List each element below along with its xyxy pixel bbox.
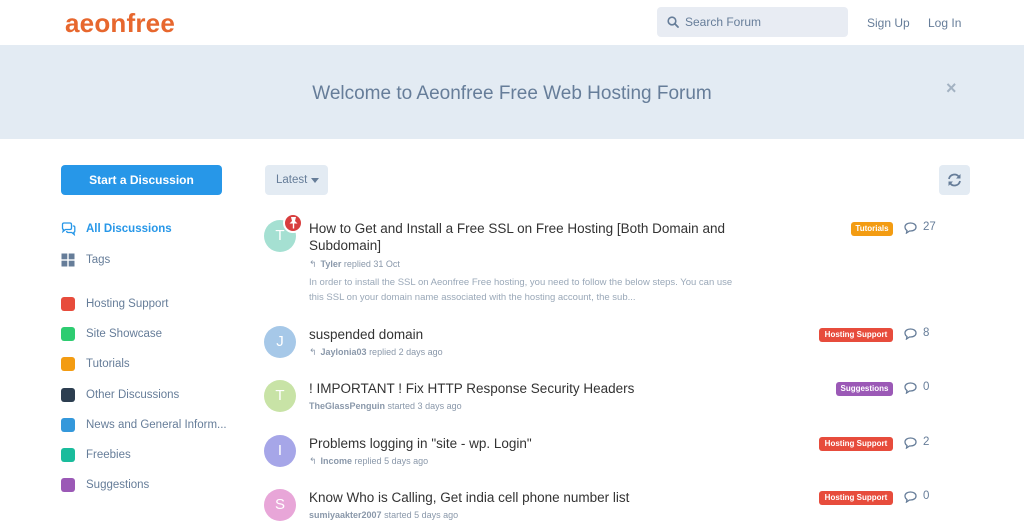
discussion-tag[interactable]: Tutorials xyxy=(851,222,893,236)
sidebar-item-label: Other Discussions xyxy=(86,389,180,401)
reply-icon: ↰ xyxy=(309,347,317,357)
discussion-action: replied 2 days ago xyxy=(369,347,443,357)
discussion-title[interactable]: Know Who is Calling, Get india cell phon… xyxy=(309,489,749,506)
discussion-title[interactable]: suspended domain xyxy=(309,326,749,343)
avatar[interactable]: J xyxy=(264,326,296,358)
sidebar-item-site-showcase[interactable]: Site Showcase xyxy=(61,325,231,345)
search-input[interactable] xyxy=(685,7,845,37)
tag-swatch xyxy=(61,327,75,341)
discussion-tag[interactable]: Hosting Support xyxy=(819,491,893,505)
tag-swatch xyxy=(61,478,75,492)
tag-swatch xyxy=(61,388,75,402)
sort-label: Latest xyxy=(276,174,308,186)
discussion-meta: TheGlassPenguin started 3 days ago xyxy=(309,401,462,411)
discussion-tag[interactable]: Hosting Support xyxy=(819,328,893,342)
discussion-row[interactable]: I Problems logging in "site - wp. Login"… xyxy=(264,435,984,471)
sidebar-item-freebies[interactable]: Freebies xyxy=(61,446,231,466)
refresh-icon xyxy=(948,173,961,187)
discussion-meta: ↰ Jaylonia03 replied 2 days ago xyxy=(309,347,443,358)
grid-icon xyxy=(61,253,75,267)
chat-bubbles-icon xyxy=(61,222,76,236)
discussion-action: started 5 days ago xyxy=(384,510,459,520)
discussion-row[interactable]: T ! IMPORTANT ! Fix HTTP Response Securi… xyxy=(264,380,984,416)
sidebar-item-label: Hosting Support xyxy=(86,298,169,310)
sidebar-item-label: Tags xyxy=(86,254,111,266)
discussion-title[interactable]: How to Get and Install a Free SSL on Fre… xyxy=(309,220,749,254)
sidebar-item-news-and-general-information[interactable]: News and General Inform... xyxy=(61,416,231,436)
close-icon[interactable]: × xyxy=(946,78,957,99)
discussion-action: started 3 days ago xyxy=(387,401,462,411)
sidebar-item-label: Freebies xyxy=(86,449,131,461)
site-header: aeonfree Sign Up Log In xyxy=(0,0,1024,45)
reply-icon: ↰ xyxy=(309,259,317,269)
sign-up-link[interactable]: Sign Up xyxy=(867,16,910,30)
sidebar-item-hosting-support[interactable]: Hosting Support xyxy=(61,295,231,315)
comment-icon xyxy=(904,222,917,234)
site-logo[interactable]: aeonfree xyxy=(65,8,175,39)
tag-swatch xyxy=(61,297,75,311)
discussion-row[interactable]: J suspended domain ↰ Jaylonia03 replied … xyxy=(264,326,984,362)
discussion-user[interactable]: Jaylonia03 xyxy=(321,347,367,357)
discussion-meta: ↰ Income replied 5 days ago xyxy=(309,456,428,467)
avatar[interactable]: S xyxy=(264,489,296,521)
discussion-user[interactable]: Income xyxy=(321,456,353,466)
discussion-title[interactable]: ! IMPORTANT ! Fix HTTP Response Security… xyxy=(309,380,749,397)
pinned-badge xyxy=(283,213,303,233)
sidebar-item-tutorials[interactable]: Tutorials xyxy=(61,355,231,375)
refresh-button[interactable] xyxy=(939,165,970,195)
start-discussion-button[interactable]: Start a Discussion xyxy=(61,165,222,195)
welcome-text: Welcome to Aeonfree Free Web Hosting For… xyxy=(312,83,712,104)
pin-icon xyxy=(289,217,298,229)
reply-icon: ↰ xyxy=(309,456,317,466)
welcome-hero: Welcome to Aeonfree Free Web Hosting For… xyxy=(0,45,1024,139)
comment-icon xyxy=(904,328,917,340)
sidebar-item-other-discussions[interactable]: Other Discussions xyxy=(61,386,231,406)
discussion-excerpt: In order to install the SSL on Aeonfree … xyxy=(309,277,733,303)
discussion-tag[interactable]: Suggestions xyxy=(836,382,893,396)
discussion-meta: sumiyaakter2007 started 5 days ago xyxy=(309,510,458,520)
avatar[interactable]: I xyxy=(264,435,296,467)
avatar[interactable]: T xyxy=(264,380,296,412)
discussion-tag[interactable]: Hosting Support xyxy=(819,437,893,451)
discussion-action: replied 31 Oct xyxy=(343,259,400,269)
caret-down-icon xyxy=(311,178,319,183)
sidebar-item-label: Suggestions xyxy=(86,479,150,491)
sidebar-item-label: News and General Inform... xyxy=(86,419,227,431)
discussion-meta: ↰ Tyler replied 31 Oct xyxy=(309,259,400,270)
comment-icon xyxy=(904,437,917,449)
search-icon xyxy=(667,16,679,28)
tag-swatch xyxy=(61,357,75,371)
log-in-link[interactable]: Log In xyxy=(928,16,961,30)
sidebar-item-label: Tutorials xyxy=(86,358,130,370)
sidebar-item-suggestions[interactable]: Suggestions xyxy=(61,476,231,496)
comment-icon xyxy=(904,382,917,394)
comment-icon xyxy=(904,491,917,503)
search-box[interactable] xyxy=(657,7,848,37)
tag-swatch xyxy=(61,448,75,462)
sidebar-item-all-discussions[interactable]: All Discussions xyxy=(61,220,231,240)
tag-swatch xyxy=(61,418,75,432)
discussion-user[interactable]: sumiyaakter2007 xyxy=(309,510,382,520)
sidebar-item-label: Site Showcase xyxy=(86,328,163,340)
discussion-title[interactable]: Problems logging in "site - wp. Login" xyxy=(309,435,749,452)
discussion-user[interactable]: TheGlassPenguin xyxy=(309,401,385,411)
sidebar-item-label: All Discussions xyxy=(86,223,172,235)
sidebar-item-tags[interactable]: Tags xyxy=(61,251,231,271)
sort-dropdown[interactable]: Latest xyxy=(265,165,328,195)
discussion-action: replied 5 days ago xyxy=(354,456,429,466)
discussion-row[interactable]: S Know Who is Calling, Get india cell ph… xyxy=(264,489,984,525)
discussion-user[interactable]: Tyler xyxy=(321,259,342,269)
discussion-row[interactable]: T How to Get and Install a Free SSL on F… xyxy=(264,213,984,310)
